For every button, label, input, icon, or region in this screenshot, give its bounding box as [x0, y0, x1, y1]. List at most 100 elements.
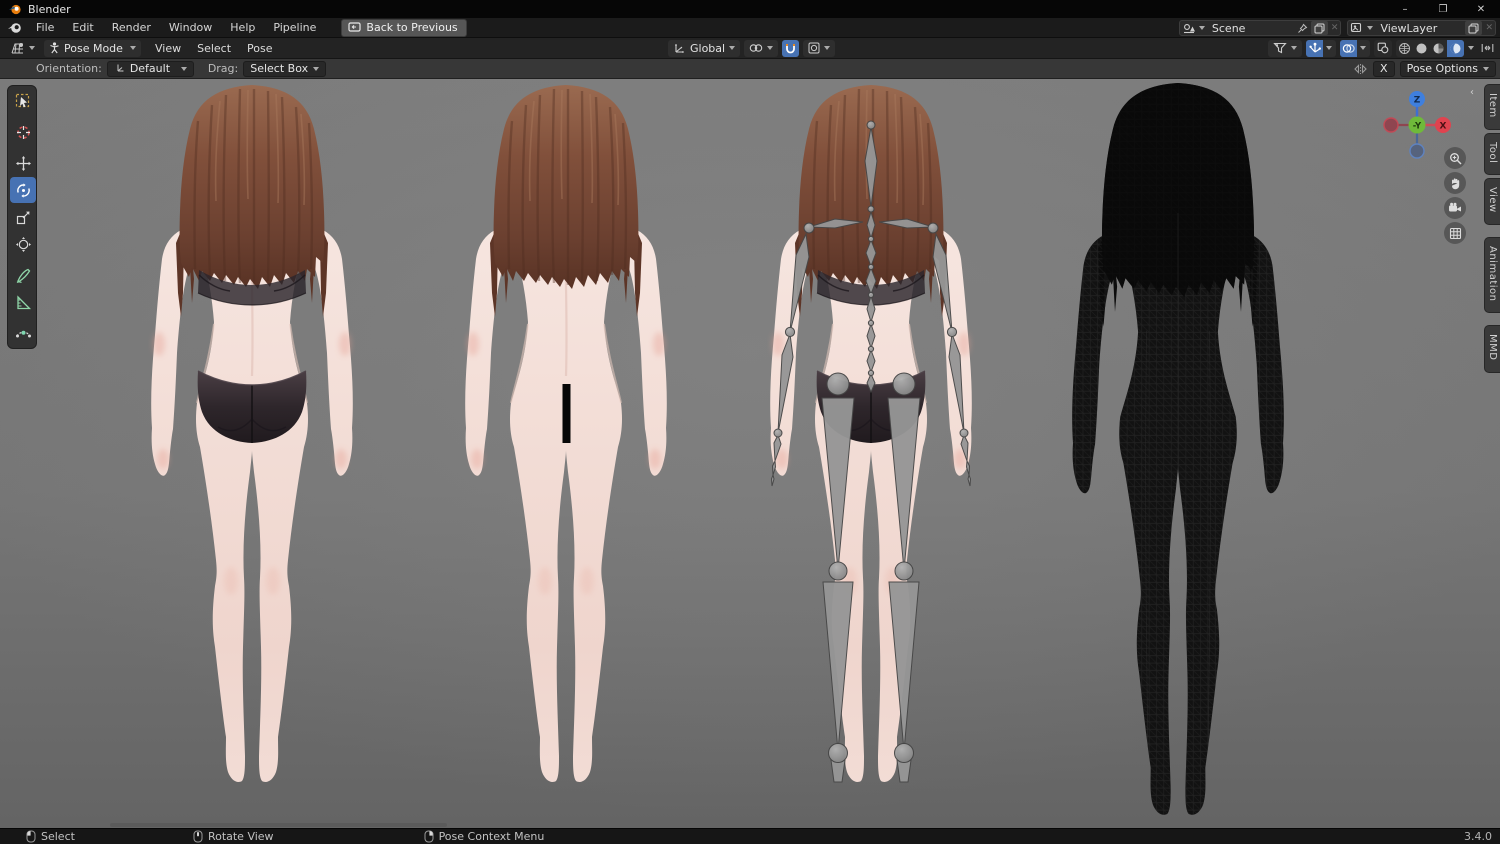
tool-move[interactable] — [10, 150, 36, 176]
screen-back-icon — [348, 21, 362, 33]
blender-version: 3.4.0 — [1464, 830, 1492, 843]
tool-tweak-select[interactable] — [10, 88, 36, 114]
transform-orientation-value: Global — [690, 41, 726, 55]
shading-material-button[interactable] — [1430, 40, 1447, 57]
title-bar: Blender – ❐ ✕ — [0, 0, 1500, 18]
pin-icon[interactable] — [1297, 23, 1308, 34]
snap-toggle[interactable] — [782, 39, 800, 57]
window-controls: – ❐ ✕ — [1386, 0, 1500, 18]
mode-selector-dropdown[interactable]: Pose Mode — [44, 39, 141, 57]
tool-breakdowner[interactable] — [10, 320, 36, 346]
view-layer-name[interactable]: ViewLayer — [1376, 22, 1462, 35]
material-shading-icon — [1433, 43, 1444, 53]
filter-funnel-icon — [1273, 42, 1287, 54]
menu-render[interactable]: Render — [103, 19, 160, 36]
unlink-scene-icon: ✕ — [1330, 23, 1339, 33]
gizmos-dropdown — [1306, 39, 1336, 57]
svg-text:X: X — [1440, 122, 1447, 132]
viewport-3d[interactable]: Z X -Y ‹ Item Tool View Animation MMD — [0, 79, 1500, 828]
model-female-back-textured-censored[interactable] — [416, 81, 716, 826]
viewport-menu-view[interactable]: View — [147, 40, 189, 57]
tab-tool[interactable]: Tool — [1484, 132, 1500, 176]
rendered-shading-icon — [1450, 43, 1461, 53]
model-female-back-armature-pose-bones[interactable] — [721, 81, 1021, 826]
minimize-button[interactable]: – — [1386, 0, 1424, 18]
shading-wireframe-button[interactable] — [1396, 40, 1413, 57]
close-button[interactable]: ✕ — [1462, 0, 1500, 18]
menu-file[interactable]: File — [27, 19, 63, 36]
tab-animation[interactable]: Animation — [1484, 236, 1500, 314]
viewport-menu-pose[interactable]: Pose — [239, 40, 280, 57]
pose-options-dropdown[interactable]: Pose Options — [1399, 60, 1496, 77]
tool-measure[interactable] — [10, 289, 36, 315]
show-overlays-toggle[interactable] — [1340, 39, 1357, 57]
blender-menu-icon[interactable] — [7, 21, 23, 34]
sidebar-tabs: Item Tool View Animation MMD — [1484, 84, 1500, 373]
mirror-x-toggle[interactable]: X — [1373, 60, 1395, 77]
pan-hand-button[interactable] — [1444, 172, 1466, 194]
pose-options-label: Pose Options — [1406, 62, 1478, 75]
xray-toggle[interactable] — [1374, 39, 1392, 57]
mouse-right-icon — [424, 830, 434, 843]
camera-view-button[interactable] — [1444, 197, 1466, 219]
viewport-menu-select[interactable]: Select — [189, 40, 239, 57]
viewport-editor-icon — [11, 42, 23, 53]
tool-transform[interactable] — [10, 231, 36, 257]
snap-group — [782, 39, 800, 57]
viewport-horizontal-scrollbar[interactable] — [110, 823, 447, 827]
show-gizmos-toggle[interactable] — [1306, 39, 1323, 57]
orientation-axes-icon — [675, 44, 684, 53]
tab-view[interactable]: View — [1484, 178, 1500, 225]
menu-help[interactable]: Help — [221, 19, 264, 36]
drag-dropdown[interactable]: Select Box — [243, 60, 327, 77]
xray-icon — [1377, 42, 1389, 54]
tool-annotate[interactable] — [10, 262, 36, 288]
shading-solid-button[interactable] — [1413, 40, 1430, 57]
gizmo-axis-minus-x — [1383, 117, 1399, 133]
pose-mirror-x-icon — [1353, 63, 1368, 75]
view-layer-browse-chevron[interactable] — [1367, 26, 1374, 30]
menu-pipeline[interactable]: Pipeline — [264, 19, 325, 36]
tool-scale[interactable] — [10, 204, 36, 230]
tool-rotate[interactable] — [10, 177, 36, 203]
proportional-editing-dropdown[interactable] — [803, 39, 836, 57]
shading-options-chevron[interactable] — [1468, 46, 1474, 50]
orientation-dropdown[interactable]: Default — [106, 60, 194, 77]
status-hint-select: Select — [26, 830, 75, 843]
pivot-point-dropdown[interactable] — [744, 39, 779, 57]
mouse-middle-icon — [193, 830, 203, 843]
editor-type-selector[interactable] — [5, 40, 40, 57]
object-visibility-dropdown[interactable] — [1268, 39, 1302, 57]
new-view-layer-button[interactable] — [1465, 21, 1483, 35]
gizmo-axis-minus-z — [1409, 143, 1425, 159]
tab-item[interactable]: Item — [1484, 84, 1500, 130]
remove-view-layer-icon: ✕ — [1485, 23, 1493, 33]
toggle-ortho-button[interactable] — [1444, 222, 1466, 244]
shading-rendered-button[interactable] — [1447, 39, 1464, 57]
region-toggle-button[interactable] — [1478, 40, 1496, 57]
sidebar-collapse-chevron[interactable]: ‹ — [1470, 87, 1474, 98]
maximize-button[interactable]: ❐ — [1424, 0, 1462, 18]
model-female-back-wireframe[interactable] — [1021, 79, 1336, 828]
zoom-button[interactable] — [1444, 147, 1466, 169]
model-female-back-textured-underwear[interactable] — [102, 81, 402, 826]
drag-label: Drag: — [207, 62, 239, 75]
back-to-previous-button[interactable]: Back to Previous — [341, 18, 467, 37]
tab-mmd[interactable]: MMD — [1484, 325, 1500, 373]
censor-bar — [562, 384, 571, 443]
menu-window[interactable]: Window — [160, 19, 221, 36]
svg-text:Z: Z — [1414, 96, 1421, 106]
wireframe-mesh-overlay — [1072, 82, 1284, 815]
menu-edit[interactable]: Edit — [63, 19, 102, 36]
orientation-default-icon — [117, 64, 124, 72]
tool-cursor[interactable] — [10, 119, 36, 145]
wireframe-shading-icon — [1399, 42, 1410, 54]
scene-browse-chevron[interactable] — [1198, 26, 1205, 30]
scene-selector: Scene ✕ — [1178, 20, 1342, 36]
scene-name[interactable]: Scene — [1208, 22, 1294, 35]
new-scene-button[interactable] — [1310, 21, 1328, 35]
tool-shelf — [7, 85, 37, 349]
transform-orientation-dropdown[interactable]: Global — [668, 39, 741, 57]
scene-icon[interactable] — [1182, 22, 1196, 34]
view-layer-icon[interactable] — [1350, 22, 1364, 34]
